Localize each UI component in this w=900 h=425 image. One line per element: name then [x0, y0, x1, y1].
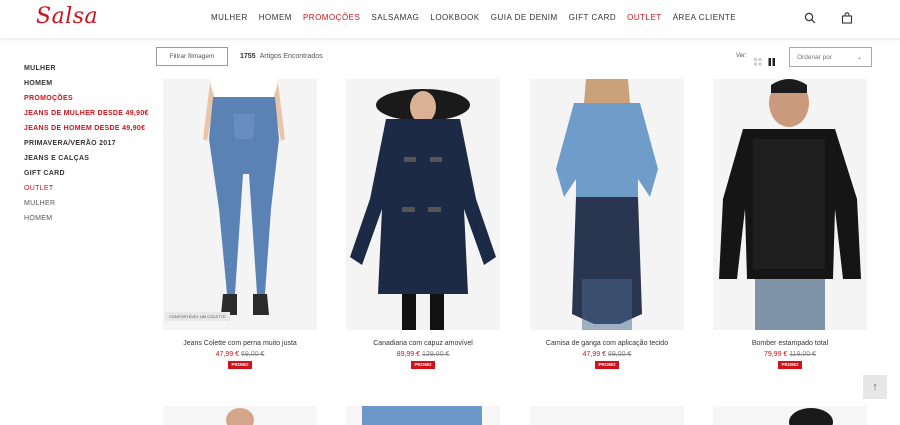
product-name[interactable]: Canadiana com capuz amovível	[346, 340, 500, 347]
view-label: Ver:	[736, 53, 747, 59]
price-old: 119,00 €	[789, 351, 817, 358]
product-card[interactable]: Bomber estampado total 79,99 €119,00 € P…	[713, 79, 867, 369]
salsa-logo[interactable]: Salsa	[36, 4, 98, 29]
promo-badge: PROMO	[778, 361, 802, 369]
sidebar-item-outlet-homem[interactable]: HOMEM	[24, 214, 149, 229]
nav-area-cliente[interactable]: ÁREA CLIENTE	[673, 13, 736, 22]
sort-select[interactable]: Ordenar por ⌄	[789, 47, 872, 67]
sidebar-item-promocoes[interactable]: PROMOÇÕES	[24, 94, 149, 109]
product-image[interactable]: CONFORTÁVEL UM COLETTE	[163, 79, 317, 330]
nav-lookbook[interactable]: LOOKBOOK	[430, 13, 479, 22]
sidebar-item-outlet-mulher[interactable]: MULHER	[24, 199, 149, 214]
promo-badge: PROMO	[595, 361, 619, 369]
product-name[interactable]: Jeans Colette com perna muito justa	[163, 340, 317, 347]
product-image[interactable]	[713, 79, 867, 330]
list-view-icon[interactable]	[768, 53, 776, 66]
product-price: 47,99 €69,00 €	[530, 351, 684, 358]
product-card[interactable]: Camisa de ganga com aplicação tecido 47,…	[530, 79, 684, 369]
results-count: 1755 Artigos Encontrados	[240, 53, 323, 60]
product-image-partial[interactable]	[346, 406, 500, 425]
results-number: 1755	[240, 53, 256, 60]
price-current: 47,99 €	[582, 351, 606, 358]
shopping-bag-icon[interactable]	[841, 11, 855, 25]
nav-gift-card[interactable]: GIFT CARD	[569, 13, 616, 22]
sidebar-item-mulher[interactable]: MULHER	[24, 64, 149, 79]
main-nav: MULHER HOMEM PROMOÇÕES SALSAMAG LOOKBOOK…	[211, 13, 747, 22]
sidebar-item-jeans-homem[interactable]: JEANS DE HOMEM DESDE 49,90€	[24, 124, 149, 139]
price-current: 89,99 €	[396, 351, 421, 358]
site-header: Salsa MULHER HOMEM PROMOÇÕES SALSAMAG LO…	[0, 0, 900, 38]
promo-badge: PROMO	[411, 361, 435, 369]
search-icon[interactable]	[804, 11, 818, 25]
sidebar-item-jeans-calcas[interactable]: JEANS E CALÇAS	[24, 154, 149, 169]
product-image[interactable]	[530, 79, 684, 330]
product-image-partial[interactable]	[163, 406, 317, 425]
chevron-down-icon: ⌄	[856, 55, 862, 61]
price-old: 69,00 €	[608, 351, 632, 358]
filter-button[interactable]: Filtrar filmagem	[156, 47, 228, 66]
price-old: 129,00 €	[422, 351, 450, 358]
nav-mulher[interactable]: MULHER	[211, 13, 248, 22]
nav-guia-de-denim[interactable]: GUIA DE DENIM	[491, 13, 558, 22]
price-current: 47,99 €	[215, 351, 239, 358]
product-tag: CONFORTÁVEL UM COLETTE	[165, 312, 230, 321]
product-name[interactable]: Camisa de ganga com aplicação tecido	[530, 340, 684, 347]
product-price: 79,99 €119,00 €	[713, 351, 867, 358]
nav-promocoes[interactable]: PROMOÇÕES	[303, 13, 360, 22]
product-image-partial[interactable]	[713, 406, 867, 425]
sidebar-item-outlet[interactable]: OUTLET	[24, 184, 149, 199]
product-card[interactable]: CONFORTÁVEL UM COLETTE Jeans Colette com…	[163, 79, 317, 369]
sidebar-item-jeans-mulher[interactable]: JEANS DE MULHER DESDE 49,90€	[24, 109, 149, 124]
product-price: 89,99 €129,00 €	[346, 351, 500, 358]
product-image[interactable]	[346, 79, 500, 330]
price-current: 79,99 €	[763, 351, 788, 358]
nav-salsamag[interactable]: SALSAMAG	[371, 13, 419, 22]
product-image-partial[interactable]	[530, 406, 684, 425]
product-name[interactable]: Bomber estampado total	[713, 340, 867, 347]
grid-view-icon[interactable]	[754, 53, 762, 66]
results-label: Artigos Encontrados	[259, 53, 323, 60]
arrow-up-icon[interactable]: ↑	[863, 375, 887, 399]
sidebar-item-gift-card[interactable]: GIFT CARD	[24, 169, 149, 184]
sidebar-item-homem[interactable]: HOMEM	[24, 79, 149, 94]
promo-badge: PROMO	[228, 361, 252, 369]
price-old: 69,00 €	[241, 351, 265, 358]
nav-outlet[interactable]: OUTLET	[627, 13, 662, 22]
category-sidebar: MULHER HOMEM PROMOÇÕES JEANS DE MULHER D…	[24, 64, 149, 229]
sort-placeholder: Ordenar por	[797, 53, 833, 61]
nav-homem[interactable]: HOMEM	[259, 13, 292, 22]
sidebar-item-primavera-verao[interactable]: PRIMAVERA/VERÃO 2017	[24, 139, 149, 154]
product-price: 47,99 €69,00 €	[163, 351, 317, 358]
product-card[interactable]: Canadiana com capuz amovível 89,99 €129,…	[346, 79, 500, 369]
